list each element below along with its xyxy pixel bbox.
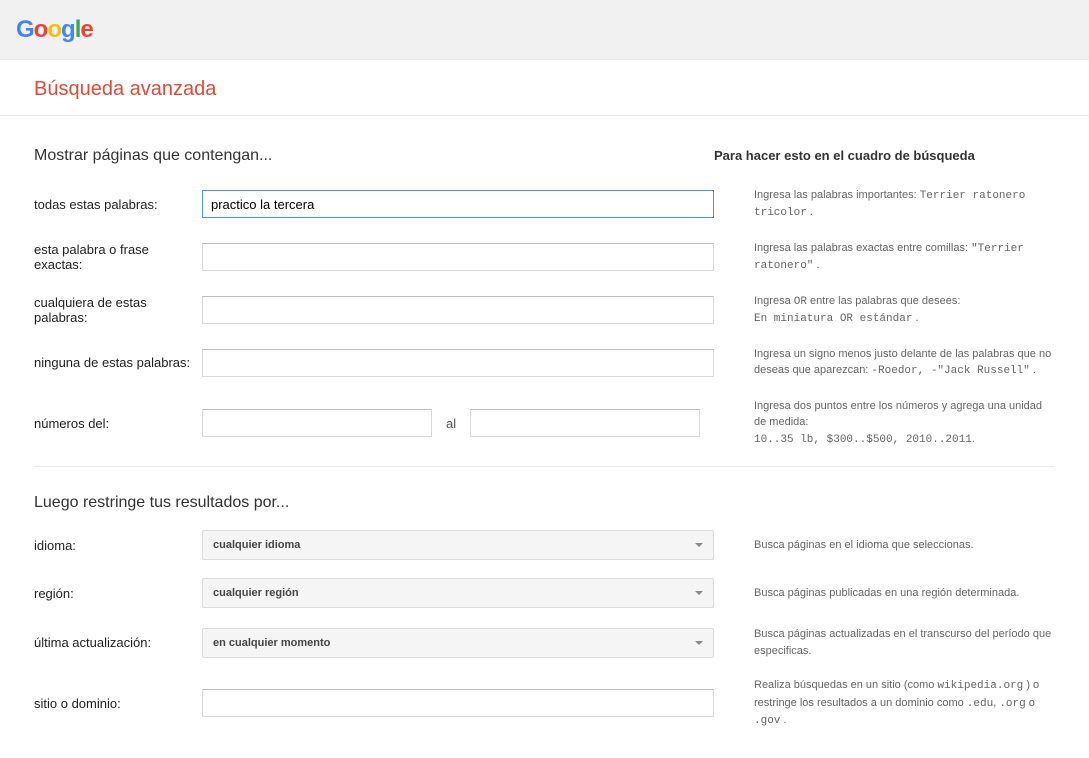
section2-heading: Luego restringe tus resultados por... <box>34 493 714 514</box>
chevron-down-icon <box>695 641 703 645</box>
help-region: Busca páginas publicadas en una región d… <box>714 585 1055 602</box>
help-language: Busca páginas en el idioma que seleccion… <box>714 537 1055 554</box>
input-none-words[interactable] <box>202 349 714 377</box>
label-to: al <box>432 416 470 431</box>
help-site: Realiza búsquedas en un sitio (como wiki… <box>714 677 1055 730</box>
input-site[interactable] <box>202 689 714 717</box>
section1-heading: Mostrar páginas que contengan... <box>34 146 714 167</box>
help-all-words: Ingresa las palabras importantes: Terrie… <box>714 187 1055 222</box>
page-title-bar: Búsqueda avanzada <box>0 60 1089 116</box>
help-exact-phrase: Ingresa las palabras exactas entre comil… <box>714 240 1055 275</box>
row-exact-phrase: esta palabra o frase exactas: Ingresa la… <box>34 240 1055 275</box>
row-numbers: números del: al Ingresa dos puntos entre… <box>34 398 1055 449</box>
row-any-words: cualquiera de estas palabras: Ingresa OR… <box>34 293 1055 328</box>
input-all-words[interactable] <box>202 190 714 218</box>
section1-header: Mostrar páginas que contengan... Para ha… <box>34 146 1055 167</box>
row-language: idioma: cualquier idioma Busca páginas e… <box>34 530 1055 560</box>
page-title: Búsqueda avanzada <box>34 78 1055 101</box>
label-region: región: <box>34 586 202 601</box>
label-last-update: última actualización: <box>34 635 202 650</box>
label-site: sitio o dominio: <box>34 696 202 711</box>
label-exact-phrase: esta palabra o frase exactas: <box>34 242 202 272</box>
row-site: sitio o dominio: Realiza búsquedas en un… <box>34 677 1055 730</box>
row-last-update: última actualización: en cualquier momen… <box>34 626 1055 659</box>
select-last-update-value: en cualquier momento <box>213 637 330 649</box>
input-number-to[interactable] <box>470 409 700 437</box>
row-none-words: ninguna de estas palabras: Ingresa un si… <box>34 346 1055 380</box>
input-any-words[interactable] <box>202 296 714 324</box>
help-heading: Para hacer esto en el cuadro de búsqueda <box>714 146 975 163</box>
select-language[interactable]: cualquier idioma <box>202 530 714 560</box>
label-none-words: ninguna de estas palabras: <box>34 355 202 370</box>
chevron-down-icon <box>695 591 703 595</box>
row-region: región: cualquier región Busca páginas p… <box>34 578 1055 608</box>
label-all-words: todas estas palabras: <box>34 197 202 212</box>
input-exact-phrase[interactable] <box>202 243 714 271</box>
google-logo[interactable]: Google <box>16 16 93 44</box>
select-region-value: cualquier región <box>213 587 299 599</box>
divider <box>34 466 1055 467</box>
help-any-words: Ingresa OR entre las palabras que desees… <box>714 293 1055 328</box>
select-last-update[interactable]: en cualquier momento <box>202 628 714 658</box>
chevron-down-icon <box>695 543 703 547</box>
label-language: idioma: <box>34 538 202 553</box>
select-language-value: cualquier idioma <box>213 539 300 551</box>
section2-header: Luego restringe tus resultados por... <box>34 493 1055 514</box>
content: Mostrar páginas que contengan... Para ha… <box>0 116 1089 758</box>
row-all-words: todas estas palabras: Ingresa las palabr… <box>34 187 1055 222</box>
topbar: Google <box>0 0 1089 60</box>
help-last-update: Busca páginas actualizadas en el transcu… <box>714 626 1055 659</box>
help-numbers: Ingresa dos puntos entre los números y a… <box>714 398 1055 449</box>
label-numbers: números del: <box>34 416 202 431</box>
help-none-words: Ingresa un signo menos justo delante de … <box>714 346 1055 380</box>
select-region[interactable]: cualquier región <box>202 578 714 608</box>
input-number-from[interactable] <box>202 409 432 437</box>
label-any-words: cualquiera de estas palabras: <box>34 295 202 325</box>
